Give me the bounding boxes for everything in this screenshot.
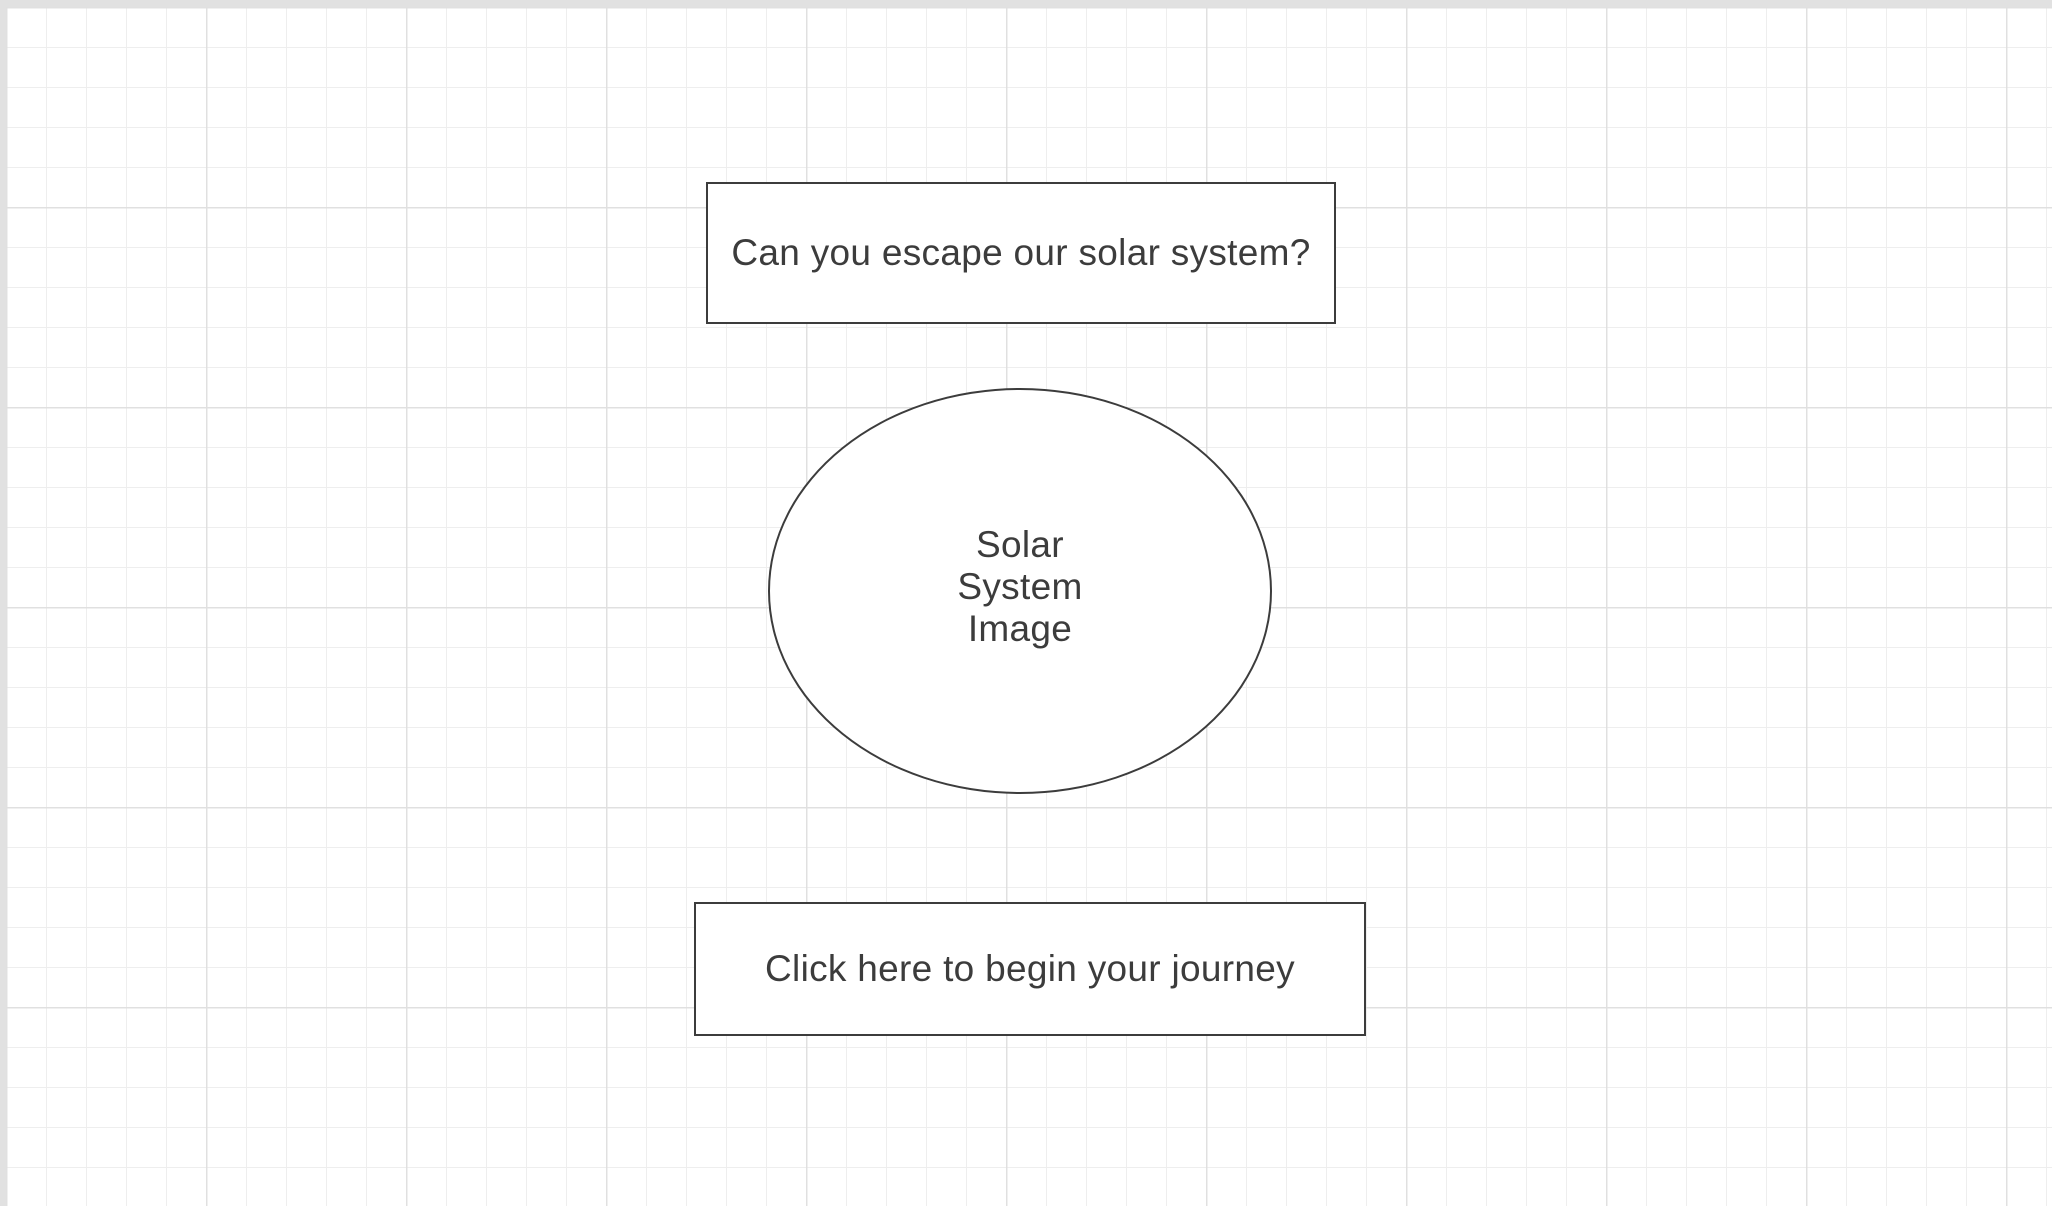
- solar-system-image-placeholder[interactable]: Solar System Image: [768, 388, 1272, 794]
- title-text: Can you escape our solar system?: [731, 232, 1311, 273]
- begin-journey-button[interactable]: Click here to begin your journey: [694, 902, 1366, 1036]
- begin-journey-label: Click here to begin your journey: [765, 948, 1295, 989]
- image-placeholder-text: Solar System Image: [957, 524, 1083, 649]
- canvas-top-border: [0, 0, 2052, 7]
- canvas-left-border: [0, 0, 6, 1206]
- title-box[interactable]: Can you escape our solar system?: [706, 182, 1336, 324]
